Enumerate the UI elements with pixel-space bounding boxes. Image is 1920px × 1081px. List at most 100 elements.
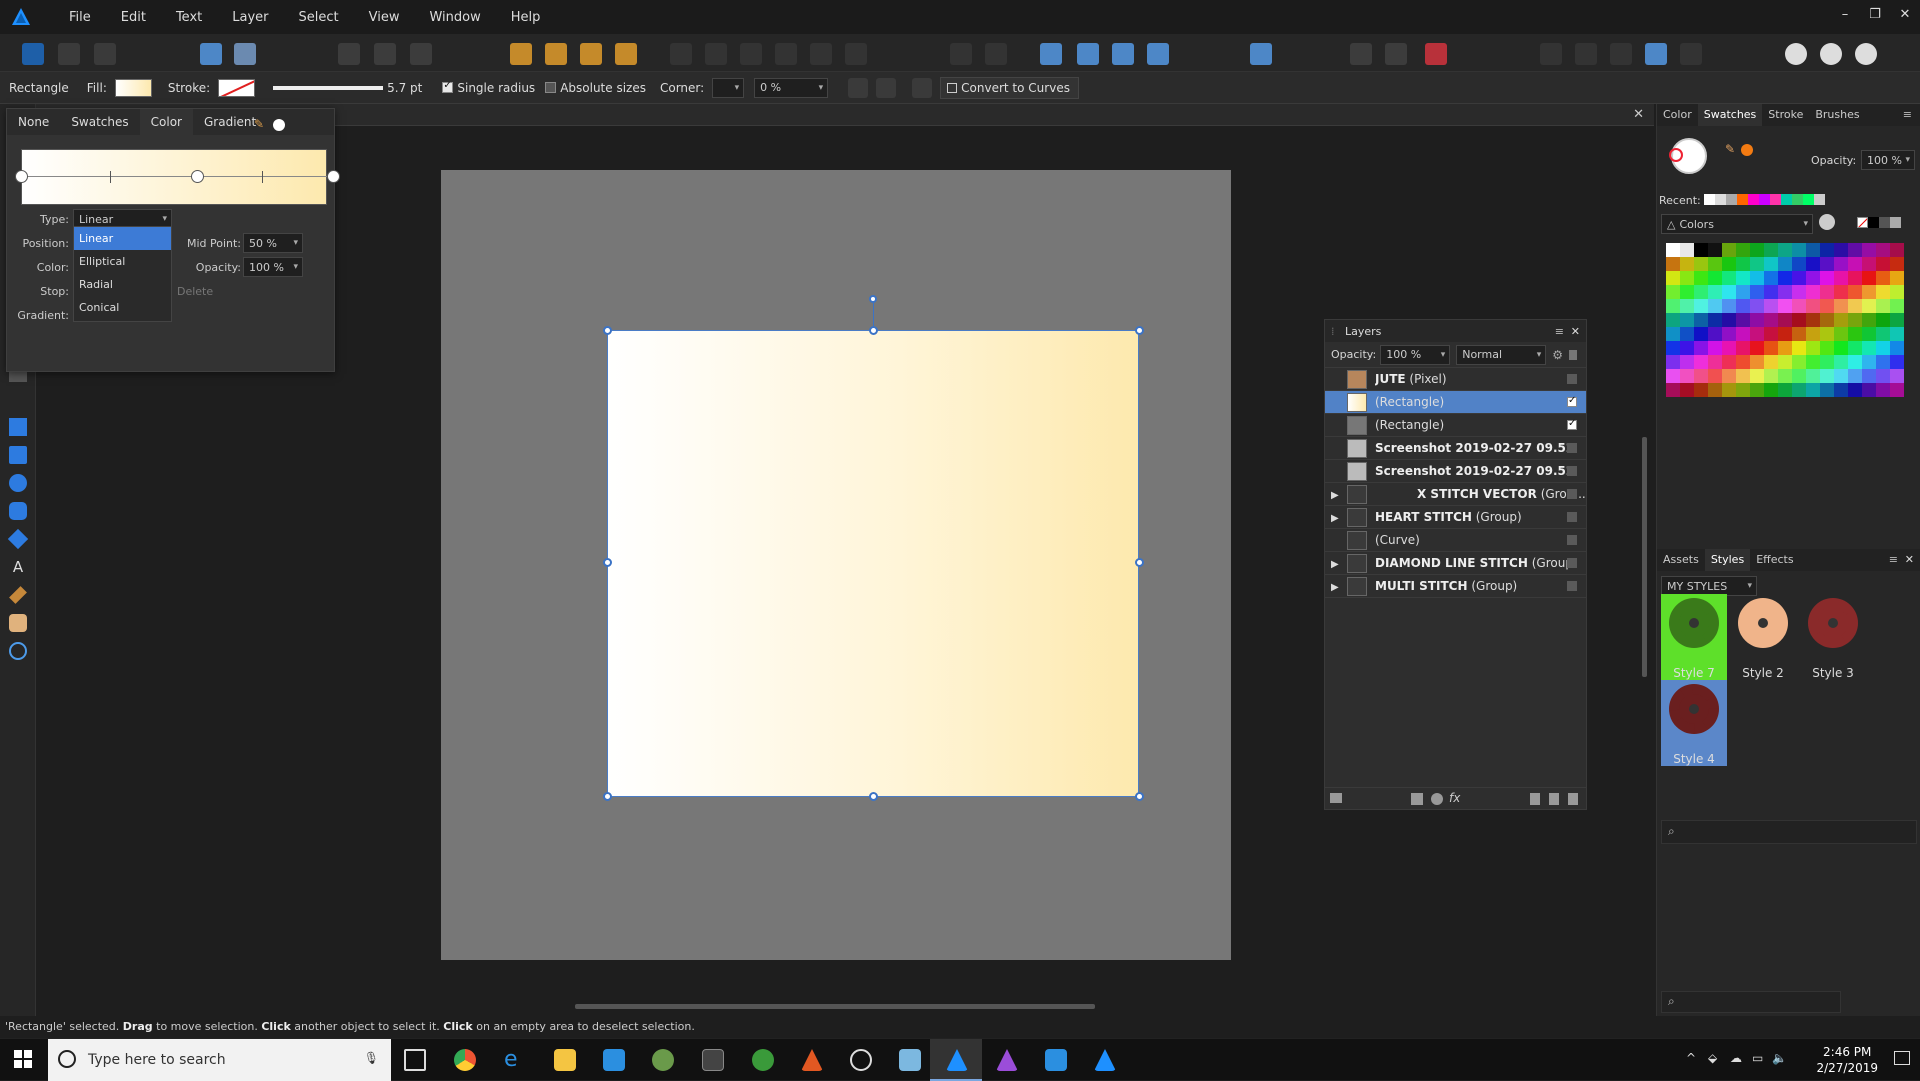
dropbox-icon[interactable]: ⬙ (1708, 1051, 1717, 1065)
color-swatch[interactable] (1792, 313, 1806, 327)
layer-row[interactable]: ▶ X STITCH VECTOR (Grou... (1325, 483, 1586, 506)
artboard-tool-icon[interactable] (9, 418, 27, 436)
color-swatch[interactable] (1862, 313, 1876, 327)
color-swatch[interactable] (1806, 355, 1820, 369)
color-swatch[interactable] (1834, 271, 1848, 285)
color-swatch[interactable] (1890, 369, 1904, 383)
current-color-dot[interactable] (1741, 144, 1753, 156)
fill-swatch[interactable] (114, 78, 152, 97)
rotate-90-right-icon[interactable] (1147, 43, 1169, 65)
resize-handle-left[interactable] (603, 558, 612, 567)
close-styles-icon[interactable]: ✕ (1905, 553, 1914, 566)
color-swatch[interactable] (1848, 355, 1862, 369)
layer-visibility-checkbox[interactable] (1567, 512, 1577, 522)
color-swatch[interactable] (1890, 327, 1904, 341)
color-swatch[interactable] (1820, 355, 1834, 369)
add-layer-icon[interactable] (1530, 793, 1540, 805)
color-swatch[interactable] (1848, 383, 1862, 397)
color-swatch[interactable] (1694, 285, 1708, 299)
color-swatch[interactable] (1708, 341, 1722, 355)
color-swatch[interactable] (1890, 383, 1904, 397)
layer-visibility-checkbox[interactable] (1567, 443, 1577, 453)
tab-brushes[interactable]: Brushes (1809, 104, 1865, 126)
color-swatch[interactable] (1848, 299, 1862, 313)
color-swatch[interactable] (1722, 383, 1736, 397)
text-tool-icon[interactable]: A (9, 558, 27, 576)
affinity-photo-taskbar-icon[interactable] (996, 1049, 1018, 1071)
expand-triangle-icon[interactable]: ▶ (1331, 582, 1339, 593)
color-swatch[interactable] (1820, 383, 1834, 397)
tab-assets[interactable]: Assets (1657, 549, 1705, 571)
color-swatch[interactable] (1806, 299, 1820, 313)
restore-button[interactable]: ❐ (1860, 0, 1890, 30)
color-swatch[interactable] (1820, 369, 1834, 383)
color-swatch[interactable] (1680, 341, 1694, 355)
color-swatch[interactable] (1792, 285, 1806, 299)
color-swatch[interactable] (1890, 257, 1904, 271)
picker-icon[interactable]: ✎ (1725, 142, 1735, 156)
microphone-icon[interactable]: 🎙 (364, 1051, 379, 1065)
fill-tab-swatches[interactable]: Swatches (60, 109, 139, 135)
color-swatch[interactable] (1848, 341, 1862, 355)
layer-visibility-checkbox[interactable] (1567, 581, 1577, 591)
color-picker-tool-icon[interactable] (9, 586, 27, 604)
fill-tab-none[interactable]: None (7, 109, 60, 135)
recent-swatch[interactable] (1726, 194, 1737, 205)
color-swatch[interactable] (1764, 369, 1778, 383)
menu-window[interactable]: Window (414, 10, 495, 25)
align-top-icon[interactable] (775, 43, 797, 65)
gradient-stop-start[interactable] (15, 170, 28, 183)
calculator-icon[interactable] (702, 1049, 724, 1071)
color-swatch[interactable] (1834, 341, 1848, 355)
color-swatch[interactable] (1666, 257, 1680, 271)
color-swatch[interactable] (1736, 243, 1750, 257)
color-swatch[interactable] (1876, 327, 1890, 341)
menu-edit[interactable]: Edit (106, 10, 161, 25)
type-option-linear[interactable]: Linear (74, 227, 171, 250)
color-swatch[interactable] (1722, 271, 1736, 285)
font-app-icon[interactable] (850, 1049, 872, 1071)
color-swatch[interactable] (1876, 271, 1890, 285)
gradient-stop-end[interactable] (327, 170, 340, 183)
styles-category-dropdown[interactable]: MY STYLES (1661, 576, 1757, 596)
flip-vertical-icon[interactable] (1077, 43, 1099, 65)
rotate-90-left-icon[interactable] (1112, 43, 1134, 65)
pencil-app-icon[interactable] (801, 1049, 823, 1071)
adjustment-icon[interactable] (1431, 793, 1443, 805)
resize-handle-bottom[interactable] (869, 792, 878, 801)
rectangle-tool-icon[interactable] (9, 446, 27, 464)
color-swatch[interactable] (1694, 313, 1708, 327)
color-swatch[interactable] (1862, 257, 1876, 271)
notifications-icon[interactable] (1894, 1051, 1910, 1065)
absolute-sizes-checkbox[interactable]: Absolute sizes (545, 81, 646, 95)
fill-tab-color[interactable]: Color (139, 109, 193, 135)
color-swatch[interactable] (1890, 341, 1904, 355)
rotate-left-icon[interactable] (950, 43, 972, 65)
color-swatch[interactable] (1722, 257, 1736, 271)
color-swatch[interactable] (1876, 299, 1890, 313)
color-swatch[interactable] (1778, 285, 1792, 299)
color-swatch[interactable] (1764, 341, 1778, 355)
panel-menu-icon[interactable]: ≡ (1889, 553, 1898, 566)
arrange-back-icon[interactable] (510, 43, 532, 65)
corner-radius-field[interactable]: 0 % (754, 77, 829, 98)
color-swatch[interactable] (1764, 313, 1778, 327)
color-swatch[interactable] (1876, 369, 1890, 383)
split-view-icon[interactable] (1855, 43, 1877, 65)
color-swatch[interactable] (1736, 369, 1750, 383)
opacity-field[interactable]: 100 % (243, 257, 303, 277)
close-layers-icon[interactable]: ✕ (1571, 325, 1580, 338)
color-swatch[interactable] (1736, 341, 1750, 355)
boolean-add-icon[interactable] (1540, 43, 1562, 65)
guides-icon[interactable] (1385, 43, 1407, 65)
recent-swatch[interactable] (1792, 194, 1803, 205)
layer-row[interactable]: (Rectangle) (1325, 391, 1586, 414)
style-thumbnail[interactable]: Style 7 (1661, 594, 1727, 680)
color-swatch[interactable] (1722, 327, 1736, 341)
quick-menu-icon[interactable] (1785, 43, 1807, 65)
flip-horizontal-icon[interactable] (1040, 43, 1062, 65)
color-swatch[interactable] (1694, 271, 1708, 285)
tab-styles[interactable]: Styles (1704, 549, 1751, 571)
none-swatch[interactable] (1857, 217, 1868, 228)
color-swatch[interactable] (1778, 327, 1792, 341)
